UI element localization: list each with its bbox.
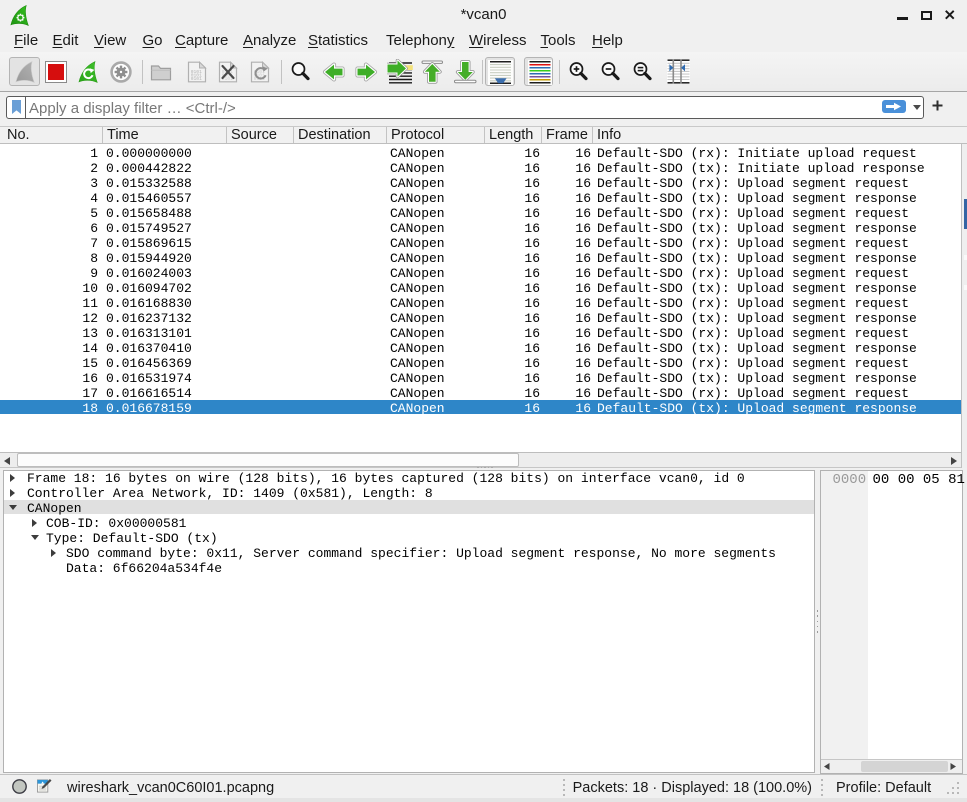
svg-text:0101: 0101 <box>191 76 202 82</box>
